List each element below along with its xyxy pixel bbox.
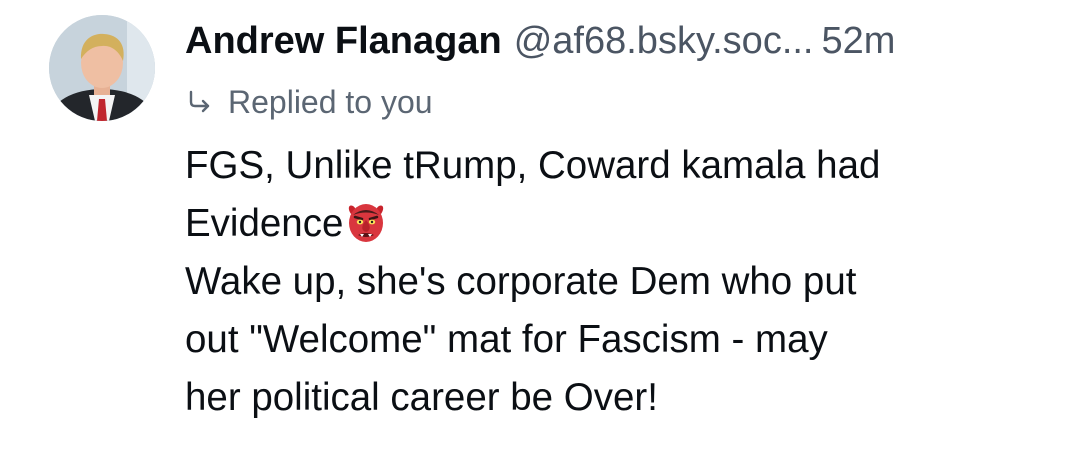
post-card[interactable]: Andrew Flanagan @af68.bsky.soc... 52m Repl… (0, 0, 1080, 471)
post-body-line: Wake up, she's corporate Dem who put (185, 260, 857, 303)
post-header: Andrew Flanagan @af68.bsky.soc... 52m (185, 18, 895, 64)
author-handle[interactable]: @af68.bsky.soc... (514, 20, 814, 62)
post-body-line-with-emoji: Evidence (185, 195, 1045, 253)
post-body: FGS, Unlike tRump, Coward kamala had Evi… (185, 137, 1045, 427)
post-body-line: FGS, Unlike tRump, Coward kamala had (185, 144, 881, 187)
reply-context: Replied to you (186, 80, 433, 124)
goblin-face-emoji (349, 204, 384, 242)
reply-context-label: Replied to you (228, 83, 433, 120)
avatar[interactable] (49, 15, 155, 121)
post-time[interactable]: 52m (822, 20, 896, 62)
author-name[interactable]: Andrew Flanagan (185, 20, 502, 62)
reply-arrow-icon (189, 90, 210, 113)
avatar-image (49, 15, 155, 121)
post-body-line: her political career be Over! (185, 376, 658, 419)
post-body-text: Evidence (185, 202, 344, 245)
post-body-line: out "Welcome" mat for Fascism - may (185, 318, 828, 361)
